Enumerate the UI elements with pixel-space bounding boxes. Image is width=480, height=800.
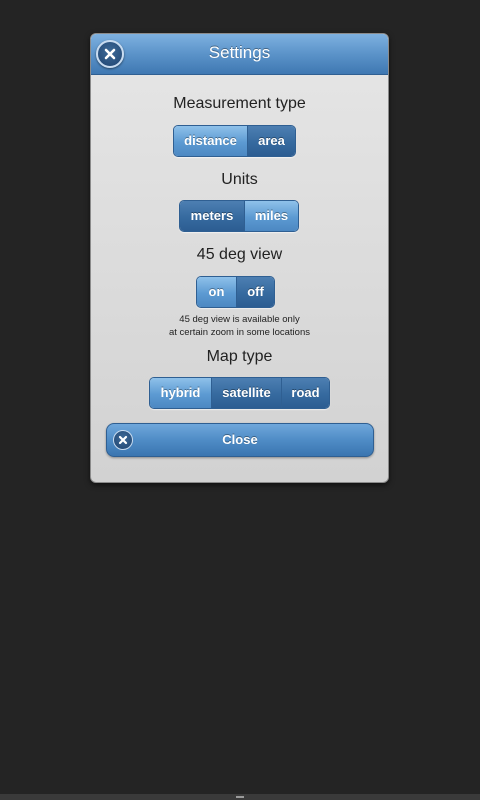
settings-dialog: Settings Measurement type distance area … (90, 33, 389, 483)
units-label: Units (221, 171, 258, 188)
measurement-type-label: Measurement type (173, 95, 306, 112)
units-option-meters[interactable]: meters (180, 201, 244, 231)
map-type-label: Map type (206, 348, 273, 365)
view45-note-line1: 45 deg view is available only (179, 314, 300, 325)
view45-note-line2: at certain zoom in some locations (169, 327, 310, 338)
units-option-miles[interactable]: miles (244, 201, 298, 231)
close-button-label: Close (222, 432, 258, 447)
dialog-title: Settings (208, 43, 271, 62)
units-toggle: meters miles (179, 200, 299, 232)
bottom-handle[interactable] (236, 796, 244, 798)
measurement-option-area[interactable]: area (247, 126, 295, 156)
view45-option-on[interactable]: on (197, 277, 236, 307)
map-type-option-hybrid[interactable]: hybrid (150, 378, 211, 408)
map-type-option-satellite[interactable]: satellite (211, 378, 281, 408)
map-type-option-road[interactable]: road (281, 378, 329, 408)
view45-label: 45 deg view (196, 246, 283, 263)
map-type-toggle: hybrid satellite road (149, 377, 330, 409)
header-close-button[interactable] (96, 40, 124, 68)
view45-toggle: on off (196, 276, 275, 308)
dialog-header: Settings (91, 34, 388, 75)
close-icon (104, 48, 116, 60)
measurement-type-toggle: distance area (173, 125, 296, 157)
measurement-option-distance[interactable]: distance (174, 126, 247, 156)
view45-option-off[interactable]: off (236, 277, 274, 307)
close-button[interactable]: Close (106, 423, 374, 457)
